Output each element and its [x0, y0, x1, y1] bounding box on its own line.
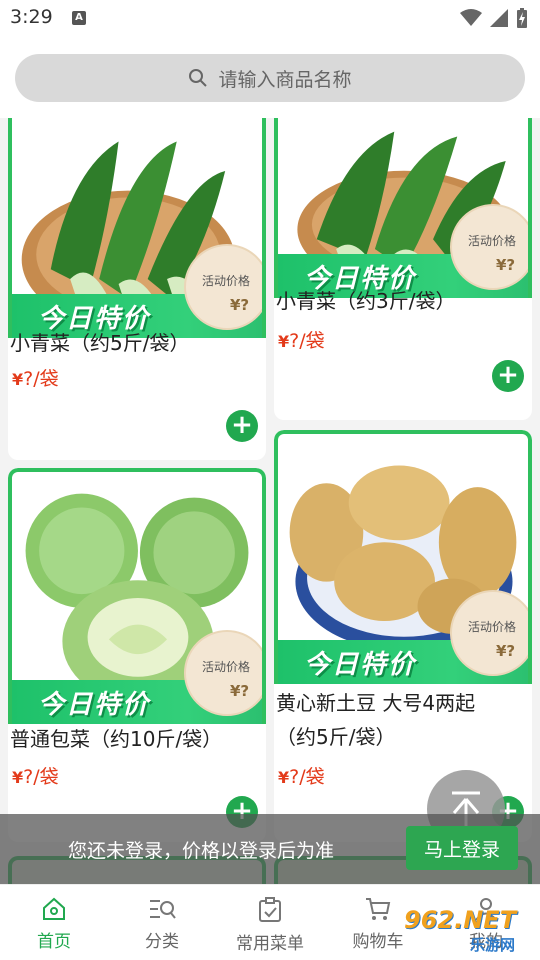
promo-text: 今日特价	[38, 689, 151, 720]
login-prompt-message: 您还未登录，价格以登录后为准	[68, 840, 335, 862]
watermark-text: 962.NET	[404, 906, 517, 934]
search-bar[interactable]: 请输入商品名称	[15, 54, 525, 102]
product-card[interactable]: 今日特价 活动价格 ¥? 普通包菜（约10斤/袋） ¥?/袋 +	[8, 468, 266, 842]
product-name[interactable]: 小青菜（约3斤/袋）	[276, 284, 455, 318]
home-icon	[43, 897, 65, 920]
accessibility-notification-icon: A	[72, 11, 86, 25]
promo-price-badge: 活动价格 ¥?	[184, 244, 262, 330]
badge-price: ¥?	[496, 642, 516, 660]
product-card[interactable]: 今日特价 活动价格 ¥? 小青菜（约3斤/袋） ¥?/袋 +	[274, 118, 532, 420]
product-image[interactable]: 今日特价 活动价格 ¥?	[8, 468, 266, 724]
status-time: 3:29	[10, 6, 53, 28]
status-bar: 3:29 A	[0, 0, 540, 40]
product-price: ¥?/袋	[12, 364, 59, 391]
price-unit: /袋	[33, 368, 59, 390]
product-image[interactable]: 今日特价 活动价格 ¥?	[8, 118, 266, 338]
price-symbol: ¥	[12, 768, 24, 787]
nav-label: 分类	[145, 932, 179, 952]
promo-price-badge: 活动价格 ¥?	[450, 204, 528, 290]
search-input[interactable]: 请输入商品名称	[218, 65, 351, 92]
watermark-subtext: 乐游网	[470, 936, 516, 954]
product-name[interactable]: 小青菜（约5斤/袋）	[10, 326, 189, 360]
signal-icon	[490, 9, 508, 27]
add-to-cart-button[interactable]: +	[226, 410, 258, 442]
nav-item-category[interactable]: 分类	[108, 885, 216, 960]
badge-price: ¥?	[230, 682, 250, 700]
price-value: ?	[289, 766, 300, 788]
promo-price-badge: 活动价格 ¥?	[450, 590, 528, 676]
clipboard-check-icon	[259, 897, 281, 922]
badge-label: 活动价格	[468, 620, 517, 634]
category-search-icon	[150, 900, 176, 919]
price-symbol: ¥	[12, 370, 24, 389]
promo-text: 今日特价	[304, 649, 417, 680]
product-card[interactable]: 今日特价 活动价格 ¥? 小青菜（约5斤/袋） ¥?/袋 +	[8, 118, 266, 460]
product-price: ¥?/袋	[278, 762, 325, 789]
nav-item-favorites-menu[interactable]: 常用菜单	[216, 885, 324, 960]
price-unit: /袋	[299, 330, 325, 352]
promo-price-badge: 活动价格 ¥?	[184, 630, 262, 716]
search-icon	[189, 69, 208, 87]
cart-icon	[366, 898, 391, 920]
nav-label: 首页	[37, 932, 71, 952]
login-button[interactable]: 马上登录	[406, 826, 518, 870]
nav-label: 购物车	[352, 932, 404, 952]
badge-price: ¥?	[496, 256, 516, 274]
price-value: ?	[23, 368, 34, 390]
product-name-line2[interactable]: （约5斤/袋）	[276, 720, 395, 754]
login-prompt-bar: 您还未登录，价格以登录后为准 马上登录	[0, 814, 540, 884]
price-symbol: ¥	[278, 768, 290, 787]
product-name[interactable]: 普通包菜（约10斤/袋）	[10, 722, 222, 756]
product-name[interactable]: 黄心新土豆 大号4两起	[276, 686, 475, 720]
product-price: ¥?/袋	[12, 762, 59, 789]
price-value: ?	[289, 330, 300, 352]
product-price: ¥?/袋	[278, 326, 325, 353]
product-grid[interactable]: 今日特价 活动价格 ¥? 小青菜（约5斤/袋） ¥?/袋 + 今日特价 活动价格…	[0, 118, 540, 884]
wifi-icon	[460, 9, 482, 26]
price-unit: /袋	[299, 766, 325, 788]
status-right-icons	[460, 8, 528, 28]
badge-label: 活动价格	[202, 274, 251, 288]
price-symbol: ¥	[278, 332, 290, 351]
nav-item-home[interactable]: 首页	[0, 885, 108, 960]
badge-price: ¥?	[230, 296, 250, 314]
badge-label: 活动价格	[468, 234, 517, 248]
price-unit: /袋	[33, 766, 59, 788]
watermark-logo: 962.NET 乐游网	[400, 906, 540, 956]
price-value: ?	[23, 766, 34, 788]
badge-label: 活动价格	[202, 660, 251, 674]
product-image[interactable]: 今日特价 活动价格 ¥?	[274, 118, 532, 298]
product-image[interactable]: 今日特价 活动价格 ¥?	[274, 430, 532, 684]
battery-charging-icon	[517, 8, 527, 28]
nav-label: 常用菜单	[236, 934, 304, 954]
add-to-cart-button[interactable]: +	[492, 360, 524, 392]
